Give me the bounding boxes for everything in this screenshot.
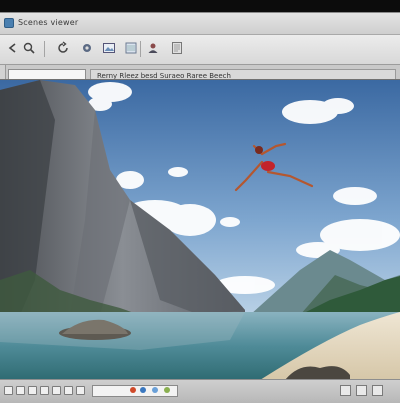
- figure-body: [261, 161, 275, 171]
- app-icon: [4, 18, 14, 28]
- refresh-button[interactable]: [54, 39, 72, 57]
- toolbar-separator: [44, 41, 45, 57]
- layers-button[interactable]: [122, 39, 140, 57]
- toolbar: [0, 35, 400, 65]
- grid-button[interactable]: [372, 385, 383, 396]
- refresh-icon: [58, 41, 68, 53]
- color-icon: [130, 387, 136, 393]
- last-page-button[interactable]: [52, 386, 61, 395]
- prev-page-button[interactable]: [16, 386, 25, 395]
- image-viewport[interactable]: [0, 79, 400, 379]
- search-button[interactable]: [20, 39, 38, 57]
- image-icon: [103, 43, 115, 53]
- share-icon: [164, 387, 170, 393]
- window-title: Scenes viewer: [18, 18, 79, 27]
- layers-icon: [125, 42, 137, 54]
- gear-icon: [83, 44, 91, 52]
- screen-frame: Scenes viewer Rerny Rleez besd Suraeo Ra…: [0, 0, 400, 403]
- toolbar-separator: [140, 41, 141, 57]
- title-bar: Scenes viewer: [0, 13, 400, 35]
- play-button[interactable]: [28, 386, 37, 395]
- user-icon: [148, 43, 158, 53]
- globe-icon: [152, 387, 158, 393]
- user-button[interactable]: [144, 39, 162, 57]
- figure-head: [255, 146, 263, 154]
- fullscreen-button[interactable]: [340, 385, 351, 396]
- rotate-button[interactable]: [64, 386, 73, 395]
- document-button[interactable]: [168, 39, 186, 57]
- image-button[interactable]: [100, 39, 118, 57]
- landscape-photo: [0, 80, 400, 379]
- first-page-button[interactable]: [4, 386, 13, 395]
- info-icon: [140, 387, 146, 393]
- info-button[interactable]: [356, 385, 367, 396]
- magnifier-icon: [23, 42, 35, 54]
- document-icon: [172, 42, 182, 54]
- app-window: Scenes viewer Rerny Rleez besd Suraeo Ra…: [0, 12, 400, 403]
- fit-button[interactable]: [76, 386, 85, 395]
- settings-button[interactable]: [78, 39, 96, 57]
- arrow-left-icon: [8, 43, 16, 53]
- bottom-toolbar: [0, 379, 400, 403]
- next-page-button[interactable]: [40, 386, 49, 395]
